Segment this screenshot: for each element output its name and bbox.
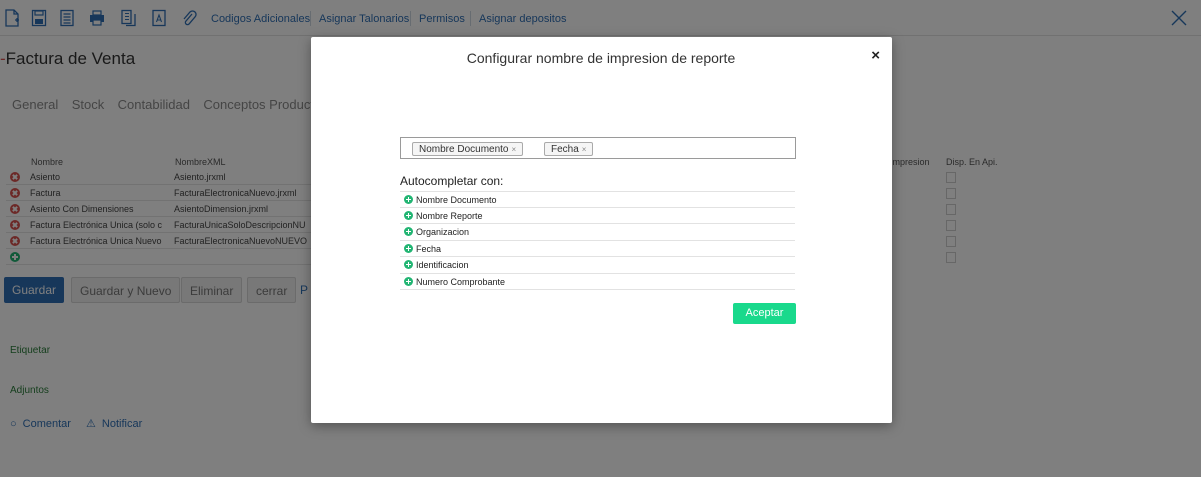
selected-tag: Nombre Documento × — [412, 142, 524, 156]
print-name-dialog: Configurar nombre de impresion de report… — [311, 37, 892, 423]
add-icon — [404, 243, 413, 253]
autocomplete-item[interactable]: Nombre Reporte — [400, 208, 795, 224]
selected-tag: Fecha × — [544, 142, 594, 156]
tag-remove-icon[interactable]: × — [582, 145, 587, 154]
autocomplete-item[interactable]: Identificacion — [400, 257, 795, 274]
add-icon — [404, 276, 413, 286]
autocomplete-title: Autocompletar con: — [400, 174, 504, 188]
autocomplete-item[interactable]: Organizacion — [400, 224, 795, 241]
tag-remove-icon[interactable]: × — [511, 145, 516, 154]
autocomplete-item[interactable]: Numero Comprobante — [400, 274, 795, 290]
add-icon — [404, 260, 413, 269]
add-icon — [404, 227, 413, 236]
autocomplete-item[interactable]: Fecha — [400, 241, 795, 257]
accept-button[interactable]: Aceptar — [733, 303, 796, 324]
tags-input[interactable]: Nombre Documento × Fecha × — [400, 137, 796, 159]
autocomplete-list: Nombre Documento Nombre Reporte Organiza… — [400, 191, 795, 290]
autocomplete-item[interactable]: Nombre Documento — [400, 191, 795, 208]
add-icon — [404, 195, 413, 204]
dialog-title: Configurar nombre de impresion de report… — [466, 50, 736, 66]
dialog-close-icon[interactable]: × — [871, 47, 880, 64]
add-icon — [404, 210, 413, 220]
